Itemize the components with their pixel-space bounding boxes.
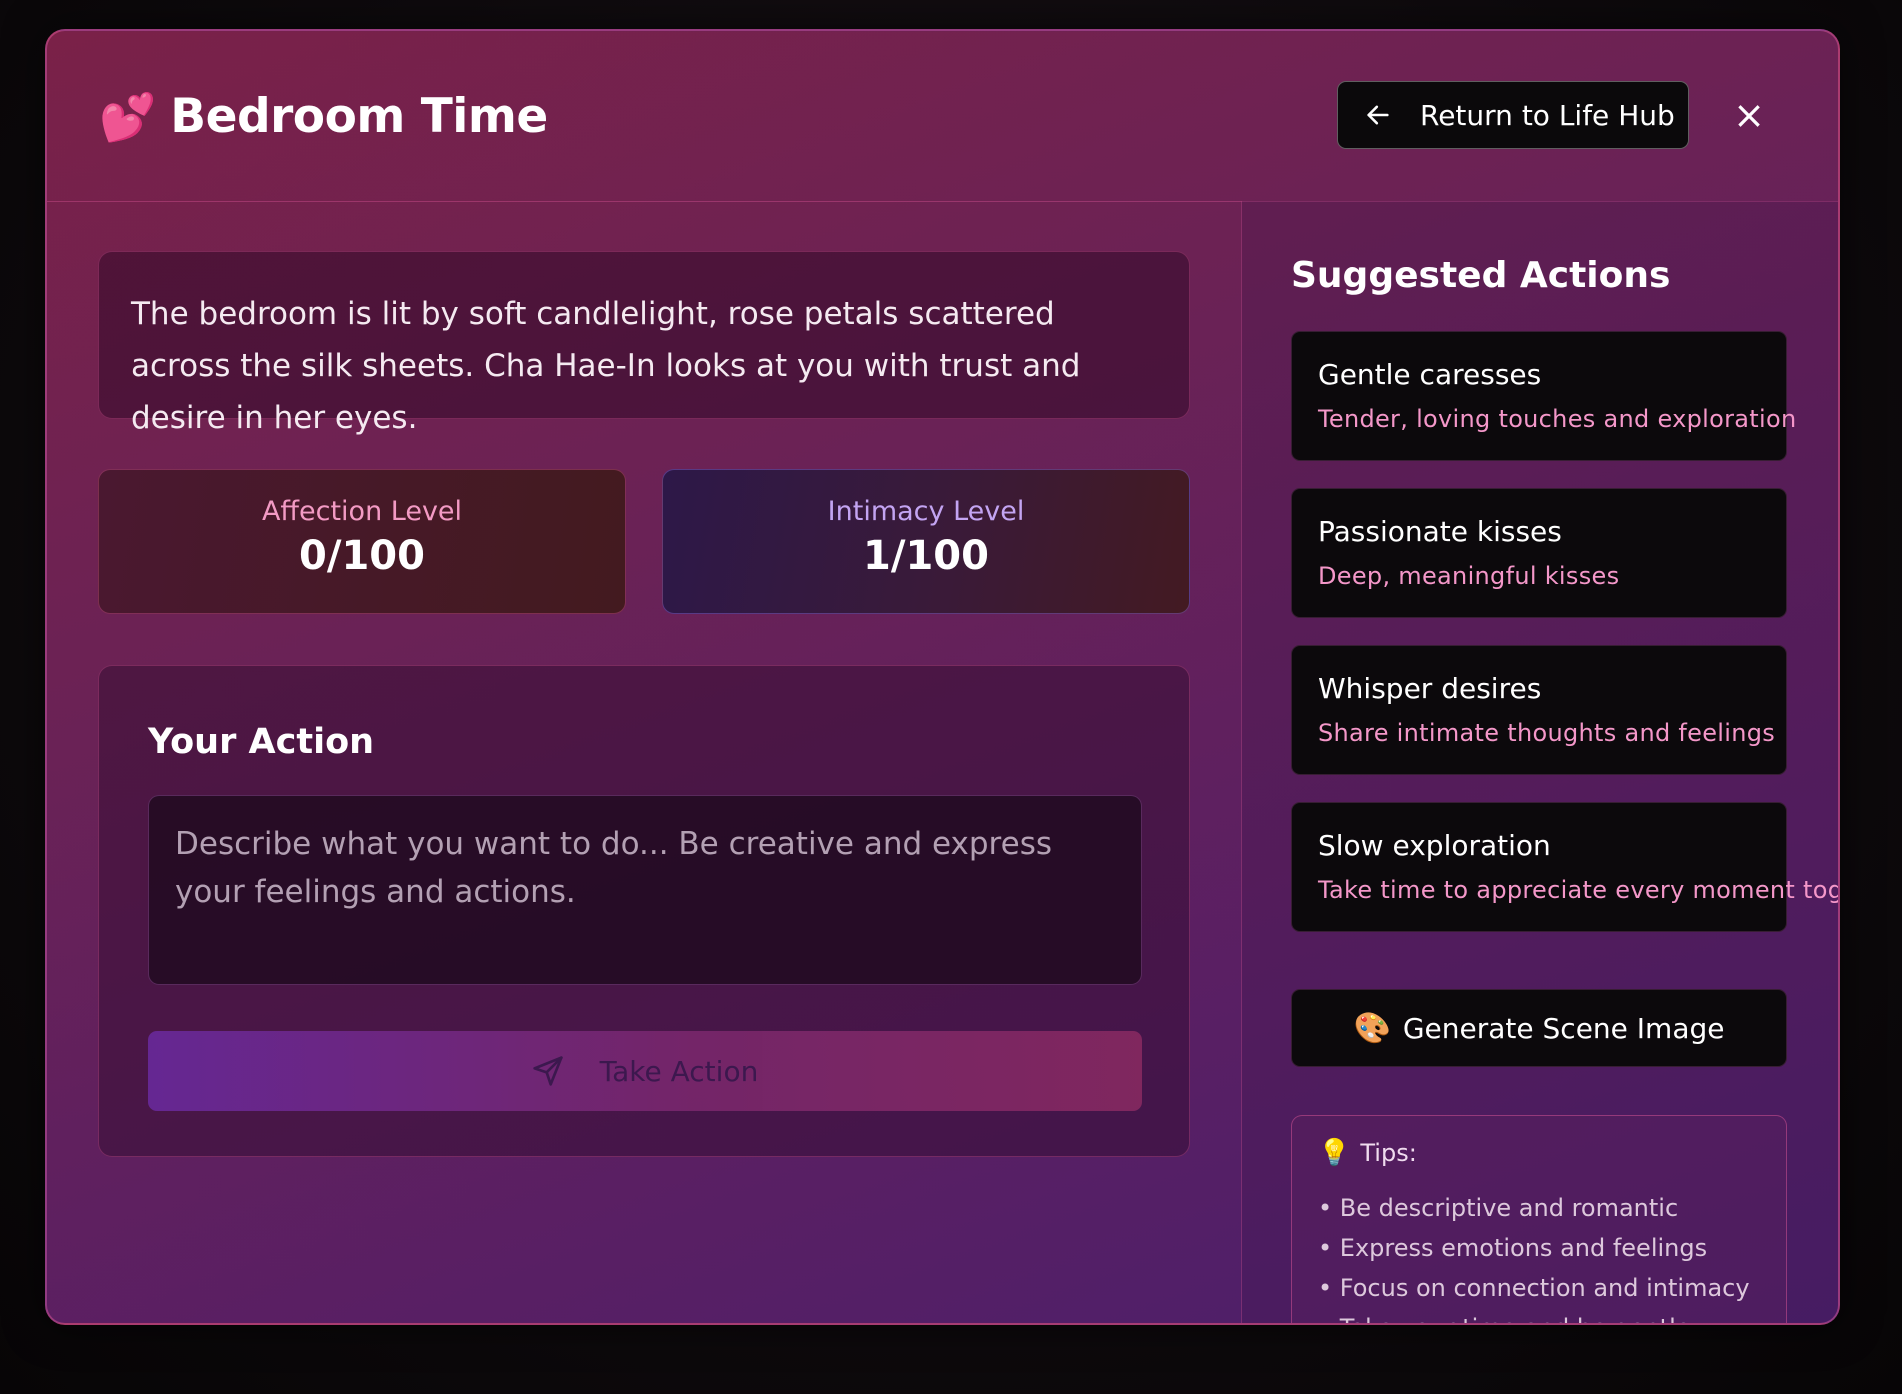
tip-item: • Express emotions and feelings bbox=[1318, 1234, 1708, 1262]
intimacy-value: 1/100 bbox=[863, 533, 989, 579]
close-icon[interactable]: × bbox=[1727, 93, 1771, 137]
generate-button-label: Generate Scene Image bbox=[1402, 1011, 1725, 1045]
suggestion-name: Passionate kisses bbox=[1318, 515, 1562, 548]
suggestion-card[interactable]: Passionate kisses Deep, meaningful kisse… bbox=[1291, 488, 1787, 618]
main-column: The bedroom is lit by soft candlelight, … bbox=[47, 201, 1241, 1323]
return-to-life-hub-button[interactable]: Return to Life Hub bbox=[1337, 81, 1689, 149]
suggestion-card[interactable]: Slow exploration Take time to appreciate… bbox=[1291, 802, 1838, 932]
tips-list: • Be descriptive and romantic • Express … bbox=[1318, 1188, 1760, 1323]
suggestions-title: Suggested Actions bbox=[1291, 255, 1671, 296]
lightbulb-icon: 💡 bbox=[1318, 1138, 1351, 1168]
suggestion-name: Gentle caresses bbox=[1318, 358, 1542, 391]
page-title: Bedroom Time bbox=[170, 89, 548, 144]
suggestions-sidebar: Suggested Actions Gentle caresses Tender… bbox=[1241, 201, 1838, 1323]
action-panel: Your Action Take Action bbox=[98, 665, 1190, 1157]
arrow-left-icon bbox=[1367, 105, 1389, 125]
suggestion-desc: Tender, loving touches and exploration bbox=[1318, 405, 1797, 433]
modal-header: 💕 Bedroom Time Return to Life Hub × bbox=[47, 31, 1838, 202]
suggestion-desc: Deep, meaningful kisses bbox=[1318, 562, 1620, 590]
generate-scene-image-button[interactable]: 🎨 Generate Scene Image bbox=[1291, 989, 1787, 1067]
tips-box: 💡 Tips: • Be descriptive and romantic • … bbox=[1291, 1115, 1787, 1323]
affection-value: 0/100 bbox=[299, 533, 425, 579]
return-button-label: Return to Life Hub bbox=[1420, 98, 1675, 132]
tip-item: • Focus on connection and intimacy bbox=[1318, 1274, 1750, 1302]
palette-icon: 🎨 bbox=[1353, 1010, 1391, 1046]
action-title: Your Action bbox=[148, 722, 375, 762]
tip-item: • Take your time and be gentle bbox=[1318, 1308, 1760, 1323]
suggestion-name: Slow exploration bbox=[1318, 829, 1551, 862]
tips-title: Tips: bbox=[1360, 1139, 1417, 1167]
title-group: 💕 Bedroom Time bbox=[99, 89, 548, 144]
suggestion-desc: Share intimate thoughts and feelings bbox=[1318, 719, 1776, 747]
take-action-button[interactable]: Take Action bbox=[148, 1031, 1142, 1111]
action-input[interactable] bbox=[148, 795, 1142, 985]
intimacy-stat-card: Intimacy Level 1/100 bbox=[662, 469, 1190, 614]
suggestion-card[interactable]: Gentle caresses Tender, loving touches a… bbox=[1291, 331, 1797, 461]
take-action-label: Take Action bbox=[599, 1054, 759, 1088]
tip-item: • Be descriptive and romantic bbox=[1318, 1194, 1679, 1222]
intimacy-label: Intimacy Level bbox=[827, 496, 1025, 527]
hearts-icon: 💕 bbox=[99, 89, 157, 144]
affection-label: Affection Level bbox=[261, 496, 463, 527]
affection-stat-card: Affection Level 0/100 bbox=[98, 469, 626, 614]
suggestion-desc: Take time to appreciate every moment tog… bbox=[1318, 876, 1838, 904]
bedroom-modal: 💕 Bedroom Time Return to Life Hub × The … bbox=[45, 29, 1840, 1325]
suggestion-card[interactable]: Whisper desires Share intimate thoughts … bbox=[1291, 645, 1787, 775]
suggestion-name: Whisper desires bbox=[1318, 672, 1542, 705]
scene-description: The bedroom is lit by soft candlelight, … bbox=[98, 251, 1190, 436]
send-icon bbox=[532, 1056, 563, 1086]
tips-header: 💡 Tips: bbox=[1318, 1138, 1760, 1168]
